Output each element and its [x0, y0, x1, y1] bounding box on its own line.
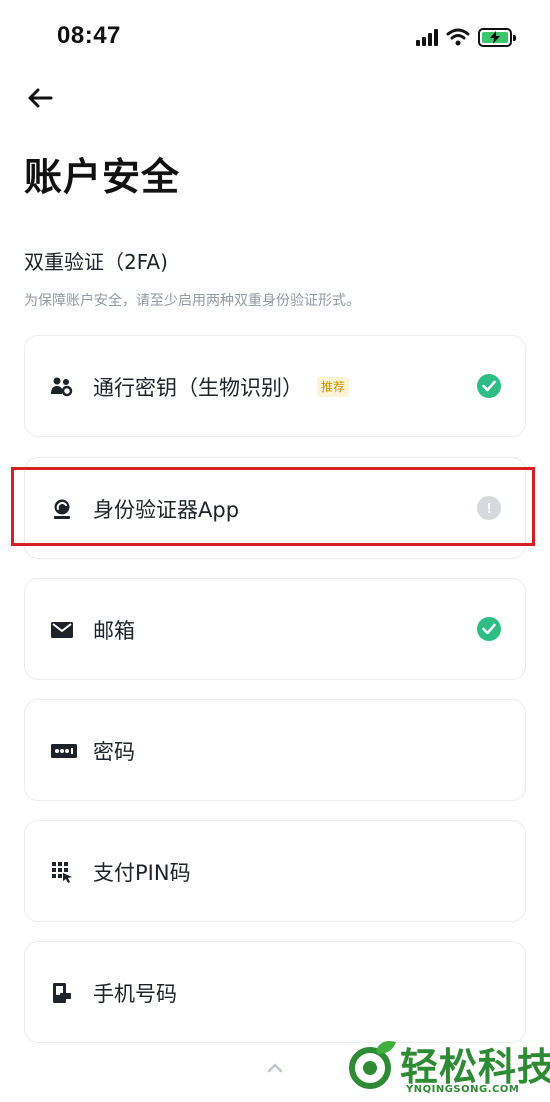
status-icons: [416, 24, 516, 50]
pin-keypad-icon: [51, 861, 73, 883]
phone-icon: [51, 982, 73, 1004]
page-title: 账户安全: [24, 155, 181, 199]
item-label: 通行密钥（生物识别）: [93, 376, 303, 400]
item-label-row: 手机号码: [93, 978, 177, 1008]
scroll-up-icon[interactable]: [262, 1058, 288, 1078]
item-label-row: 支付PIN码: [93, 857, 191, 887]
watermark: 轻松科技 YNQINGSONG.COM: [346, 1032, 550, 1102]
item-label-row: 邮箱: [93, 615, 135, 645]
check-circle-icon: [477, 617, 501, 641]
watermark-url: YNQINGSONG.COM: [406, 1084, 520, 1095]
item-label: 手机号码: [93, 982, 177, 1006]
section-title: 双重验证（2FA): [24, 250, 168, 274]
mail-icon: [51, 619, 73, 641]
security-item-password[interactable]: 密码: [24, 699, 526, 801]
item-label: 密码: [93, 740, 135, 764]
cellular-signal-icon: [416, 28, 438, 46]
security-item-passkey[interactable]: 通行密钥（生物识别） 推荐: [24, 335, 526, 437]
passkey-icon: [51, 376, 73, 398]
watermark-logo-icon: [349, 1041, 396, 1089]
watermark-brand: 轻松科技: [400, 1045, 550, 1089]
security-item-email[interactable]: 邮箱: [24, 578, 526, 680]
battery-icon: [478, 27, 516, 47]
check-circle-icon: [477, 374, 501, 398]
item-label-row: 通行密钥（生物识别） 推荐: [93, 372, 350, 402]
highlight-annotation: [11, 467, 535, 546]
item-label: 支付PIN码: [93, 861, 191, 885]
item-label: 邮箱: [93, 619, 135, 643]
back-button[interactable]: [22, 80, 58, 116]
recommended-badge: 推荐: [317, 377, 350, 397]
arrow-left-icon: [28, 88, 53, 108]
status-time: 08:47: [57, 22, 121, 49]
item-label-row: 密码: [93, 736, 135, 766]
section-description: 为保障账户安全，请至少启用两种双重身份验证形式。: [24, 293, 360, 309]
security-item-payment-pin[interactable]: 支付PIN码: [24, 820, 526, 922]
security-item-phone[interactable]: 手机号码: [24, 941, 526, 1043]
wifi-icon: [446, 28, 470, 46]
status-bar: 08:47: [0, 0, 550, 70]
password-icon: [51, 740, 77, 762]
